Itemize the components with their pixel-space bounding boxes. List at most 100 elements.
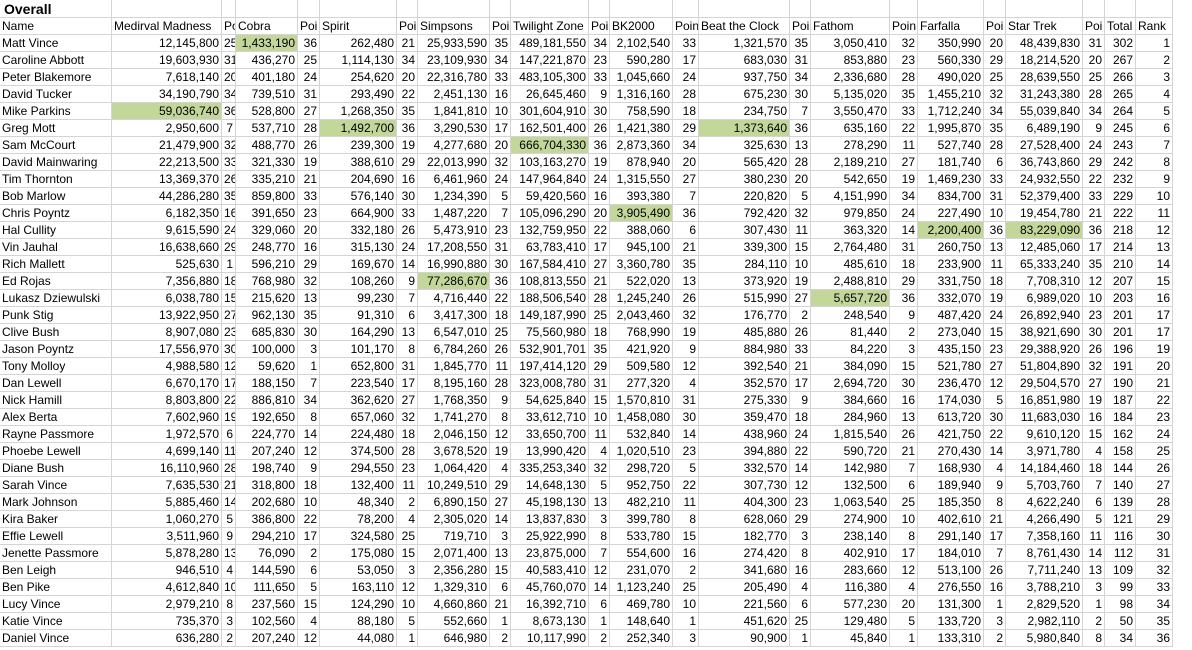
data-cell[interactable]: 13 <box>589 494 610 511</box>
data-cell[interactable]: 17 <box>890 545 918 562</box>
data-cell[interactable]: 83,229,090 <box>1006 222 1083 239</box>
data-cell[interactable]: 239,300 <box>320 137 397 154</box>
data-cell[interactable]: 2,046,150 <box>418 426 490 443</box>
data-cell[interactable]: 4 <box>397 511 418 528</box>
data-cell[interactable]: 402,610 <box>918 511 984 528</box>
column-header-cell[interactable]: Poin <box>890 18 918 35</box>
column-header-cell[interactable]: Fathom <box>811 18 890 35</box>
data-cell[interactable]: 215,620 <box>236 290 298 307</box>
data-cell[interactable]: 294,550 <box>320 460 397 477</box>
data-cell[interactable]: 335,210 <box>236 171 298 188</box>
name-cell[interactable]: David Tucker <box>0 86 112 103</box>
data-cell[interactable]: 51,804,890 <box>1006 358 1083 375</box>
data-cell[interactable]: 386,800 <box>236 511 298 528</box>
data-cell[interactable]: 88,180 <box>320 613 397 630</box>
data-cell[interactable]: 4 <box>222 562 236 579</box>
column-header-cell[interactable]: Rank <box>1136 18 1173 35</box>
data-cell[interactable]: 17 <box>1083 239 1105 256</box>
data-cell[interactable]: 1 <box>1083 596 1105 613</box>
data-cell[interactable]: 2,336,680 <box>811 69 890 86</box>
data-cell[interactable]: 657,060 <box>320 409 397 426</box>
data-cell[interactable]: 2,451,130 <box>418 86 490 103</box>
empty-cell[interactable] <box>236 0 298 18</box>
data-cell[interactable]: 8 <box>890 528 918 545</box>
data-cell[interactable]: 116,380 <box>811 579 890 596</box>
data-cell[interactable]: 36 <box>984 222 1006 239</box>
empty-cell[interactable] <box>222 0 236 18</box>
data-cell[interactable]: 332,570 <box>699 460 790 477</box>
data-cell[interactable]: 339,300 <box>699 239 790 256</box>
data-cell[interactable]: 19 <box>673 324 699 341</box>
data-cell[interactable]: 27 <box>222 307 236 324</box>
data-cell[interactable]: 552,660 <box>418 613 490 630</box>
empty-cell[interactable] <box>418 0 490 18</box>
data-cell[interactable]: 21 <box>589 273 610 290</box>
data-cell[interactable]: 3 <box>397 562 418 579</box>
data-cell[interactable]: 14 <box>222 494 236 511</box>
data-cell[interactable]: 2 <box>1136 52 1173 69</box>
data-cell[interactable]: 3 <box>222 613 236 630</box>
name-cell[interactable]: Alex Berta <box>0 409 112 426</box>
data-cell[interactable]: 7 <box>1136 137 1173 154</box>
data-cell[interactable]: 8,673,130 <box>511 613 589 630</box>
data-cell[interactable]: 16 <box>890 392 918 409</box>
data-cell[interactable]: 245 <box>1105 120 1136 137</box>
data-cell[interactable]: 2,043,460 <box>610 307 673 324</box>
empty-cell[interactable] <box>589 0 610 18</box>
data-cell[interactable]: 101,170 <box>320 341 397 358</box>
data-cell[interactable]: 2 <box>673 562 699 579</box>
data-cell[interactable]: 7 <box>673 188 699 205</box>
data-cell[interactable]: 112 <box>1105 545 1136 562</box>
data-cell[interactable]: 8 <box>984 494 1006 511</box>
data-cell[interactable]: 24 <box>397 239 418 256</box>
data-cell[interactable]: 380,230 <box>699 171 790 188</box>
data-cell[interactable]: 307,430 <box>699 222 790 239</box>
data-cell[interactable]: 3,550,470 <box>811 103 890 120</box>
data-cell[interactable]: 946,510 <box>112 562 222 579</box>
spreadsheet-grid[interactable]: Overall NameMedirval MadnessPoiCobraPoiS… <box>0 0 1192 650</box>
data-cell[interactable]: 102,560 <box>236 613 298 630</box>
data-cell[interactable]: 10 <box>298 494 320 511</box>
data-cell[interactable]: 318,800 <box>236 477 298 494</box>
data-cell[interactable]: 29 <box>790 511 811 528</box>
data-cell[interactable]: 7,358,160 <box>1006 528 1083 545</box>
data-cell[interactable]: 3 <box>890 341 918 358</box>
data-cell[interactable]: 148,640 <box>610 613 673 630</box>
data-cell[interactable]: 34 <box>589 35 610 52</box>
data-cell[interactable]: 332,070 <box>918 290 984 307</box>
data-cell[interactable]: 5,885,460 <box>112 494 222 511</box>
data-cell[interactable]: 27,528,400 <box>1006 137 1083 154</box>
data-cell[interactable]: 7,602,960 <box>112 409 222 426</box>
empty-cell[interactable] <box>511 0 589 18</box>
data-cell[interactable]: 10 <box>673 596 699 613</box>
data-cell[interactable]: 21 <box>222 477 236 494</box>
data-cell[interactable]: 24 <box>673 69 699 86</box>
name-cell[interactable]: Sarah Vince <box>0 477 112 494</box>
data-cell[interactable]: 525,630 <box>112 256 222 273</box>
data-cell[interactable]: 5,980,840 <box>1006 630 1083 647</box>
data-cell[interactable]: 31 <box>589 375 610 392</box>
data-cell[interactable]: 81,440 <box>811 324 890 341</box>
data-cell[interactable]: 31 <box>1083 35 1105 52</box>
data-cell[interactable]: 4,612,840 <box>112 579 222 596</box>
data-cell[interactable]: 198,740 <box>236 460 298 477</box>
data-cell[interactable]: 8 <box>673 511 699 528</box>
data-cell[interactable]: 24 <box>490 171 511 188</box>
data-cell[interactable]: 16 <box>222 205 236 222</box>
data-cell[interactable]: 175,080 <box>320 545 397 562</box>
data-cell[interactable]: 129,480 <box>811 613 890 630</box>
data-cell[interactable]: 7,618,140 <box>112 69 222 86</box>
data-cell[interactable]: 21 <box>490 596 511 613</box>
data-cell[interactable]: 7 <box>890 460 918 477</box>
data-cell[interactable]: 48,340 <box>320 494 397 511</box>
data-cell[interactable]: 6 <box>397 307 418 324</box>
data-cell[interactable]: 7 <box>490 205 511 222</box>
data-cell[interactable]: 859,800 <box>236 188 298 205</box>
data-cell[interactable]: 291,140 <box>918 528 984 545</box>
data-cell[interactable]: 17 <box>790 375 811 392</box>
data-cell[interactable]: 31 <box>298 86 320 103</box>
data-cell[interactable]: 30 <box>589 103 610 120</box>
data-cell[interactable]: 30 <box>1136 528 1173 545</box>
data-cell[interactable]: 17 <box>222 375 236 392</box>
data-cell[interactable]: 522,020 <box>610 273 673 290</box>
